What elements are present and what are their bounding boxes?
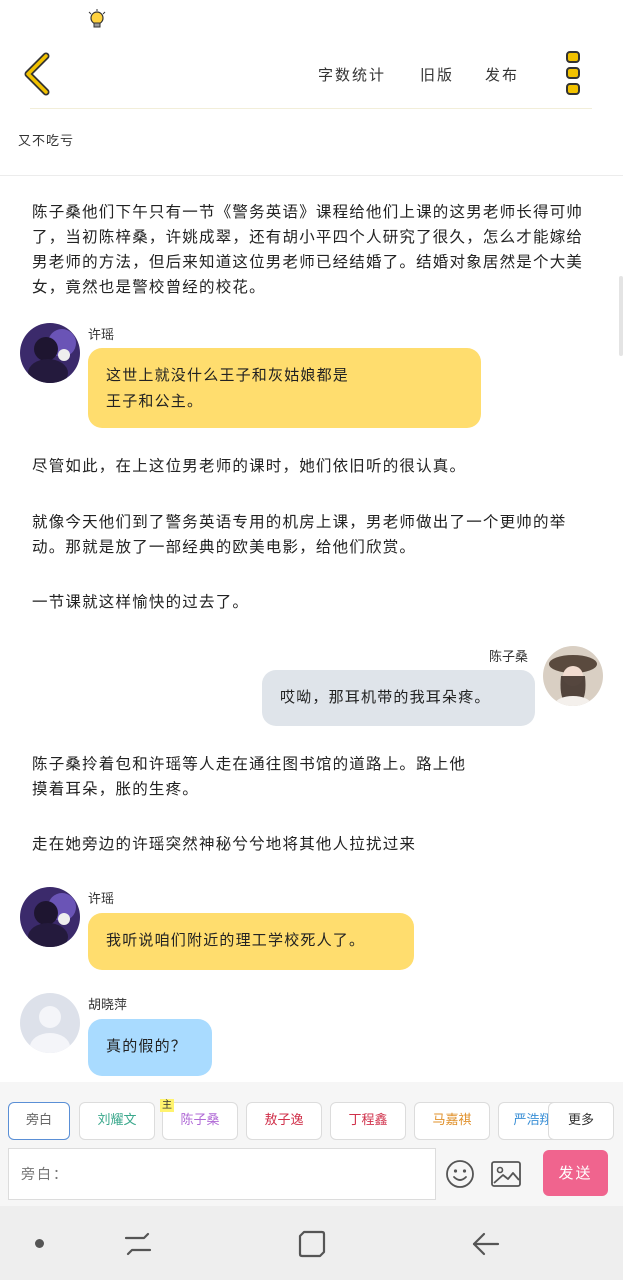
message-bubble[interactable]: 我听说咱们附近的理工学校死人了。 bbox=[88, 913, 414, 970]
image-icon[interactable] bbox=[490, 1160, 522, 1188]
lightbulb-icon bbox=[88, 9, 106, 28]
character-label: 敖子逸 bbox=[264, 1113, 304, 1128]
character-label: 陈子桑 bbox=[180, 1113, 220, 1128]
narration-paragraph[interactable]: 陈子桑他们下午只有一节《警务英语》课程给他们上课的这男老师长得可帅了，当初陈梓桑… bbox=[32, 200, 592, 300]
avatar-image bbox=[20, 887, 80, 947]
character-label: 旁白 bbox=[25, 1113, 52, 1128]
narration-paragraph[interactable]: 陈子桑拎着包和许瑶等人走在通往图书馆的道路上。路上他 摸着耳朵，胀的生疼。 bbox=[32, 752, 592, 802]
avatar-image bbox=[543, 646, 603, 706]
system-nav-bar bbox=[0, 1206, 623, 1280]
publish-link[interactable]: 发布 bbox=[485, 64, 519, 85]
character-button-main[interactable]: 主 陈子桑 bbox=[160, 1099, 238, 1140]
scrollbar[interactable] bbox=[619, 276, 623, 356]
avatar-image bbox=[20, 323, 80, 383]
more-menu-icon[interactable] bbox=[560, 50, 586, 96]
top-bar: 字数统计 旧版 发布 bbox=[0, 40, 623, 110]
narration-paragraph[interactable]: 一节课就这样愉快的过去了。 bbox=[32, 590, 592, 615]
character-button[interactable]: 刘耀文 bbox=[79, 1102, 155, 1140]
story-title[interactable]: 又不吃亏 bbox=[18, 130, 74, 149]
character-button[interactable]: 丁程鑫 bbox=[330, 1102, 406, 1140]
narration-paragraph[interactable]: 就像今天他们到了警务英语专用的机房上课，男老师做出了一个更帅的举动。那就是放了一… bbox=[32, 510, 592, 560]
message-bubble[interactable]: 哎呦，那耳机带的我耳朵疼。 bbox=[262, 670, 535, 726]
emoji-icon[interactable] bbox=[444, 1158, 476, 1190]
avatar-chenzisang[interactable] bbox=[543, 646, 603, 706]
character-label: 严浩翔 bbox=[513, 1113, 553, 1128]
message-bubble[interactable]: 真的假的？ bbox=[88, 1019, 212, 1076]
recent-apps-icon[interactable] bbox=[122, 1228, 154, 1260]
avatar-xuyao[interactable] bbox=[20, 887, 80, 947]
back-nav-icon[interactable] bbox=[470, 1228, 502, 1260]
narration-paragraph[interactable]: 尽管如此，在上这位男老师的课时，她们依旧听的很认真。 bbox=[32, 454, 592, 479]
speaker-name: 许瑶 bbox=[88, 892, 115, 907]
status-bar bbox=[0, 0, 623, 40]
message-text: 哎呦，那耳机带的我耳朵疼。 bbox=[280, 688, 491, 706]
character-label: 马嘉祺 bbox=[432, 1113, 472, 1128]
topbar-divider bbox=[30, 108, 592, 109]
character-label: 丁程鑫 bbox=[348, 1113, 388, 1128]
composer-panel: 旁白 刘耀文 主 陈子桑 敖子逸 丁程鑫 马嘉祺 严浩翔 更多 发送 bbox=[0, 1082, 623, 1206]
more-label: 更多 bbox=[567, 1113, 594, 1128]
avatar-huxiaoping[interactable] bbox=[20, 993, 80, 1053]
message-text: 真的假的？ bbox=[106, 1037, 188, 1055]
more-characters-button[interactable]: 更多 bbox=[548, 1102, 614, 1140]
home-icon[interactable] bbox=[296, 1228, 328, 1260]
speaker-name: 陈子桑 bbox=[489, 650, 529, 665]
speaker-name: 许瑶 bbox=[88, 328, 115, 343]
speaker-name: 胡晓萍 bbox=[88, 998, 128, 1013]
character-button[interactable]: 马嘉祺 bbox=[414, 1102, 490, 1140]
narration-line: 陈子桑拎着包和许瑶等人走在通往图书馆的道路上。路上他 bbox=[32, 755, 467, 773]
character-label: 刘耀文 bbox=[97, 1113, 137, 1128]
narration-paragraph[interactable]: 走在她旁边的许瑶突然神秘兮兮地将其他人拉扰过来 bbox=[32, 832, 592, 857]
message-line: 王子和公主。 bbox=[106, 392, 204, 410]
character-button-narrator[interactable]: 旁白 bbox=[8, 1102, 70, 1140]
main-character-tag: 主 bbox=[160, 1099, 174, 1112]
back-arrow-icon[interactable] bbox=[20, 52, 56, 96]
send-button[interactable]: 发送 bbox=[543, 1150, 608, 1196]
character-button[interactable]: 敖子逸 bbox=[246, 1102, 322, 1140]
word-count-link[interactable]: 字数统计 bbox=[318, 64, 386, 85]
message-bubble[interactable]: 这世上就没什么王子和灰姑娘都是 王子和公主。 bbox=[88, 348, 481, 428]
avatar-xuyao[interactable] bbox=[20, 323, 80, 383]
old-version-link[interactable]: 旧版 bbox=[420, 64, 454, 85]
story-content[interactable]: 陈子桑他们下午只有一节《警务英语》课程给他们上课的这男老师长得可帅了，当初陈梓桑… bbox=[0, 176, 623, 1081]
narration-line: 摸着耳朵，胀的生疼。 bbox=[32, 780, 200, 798]
nav-dot-indicator bbox=[35, 1239, 44, 1248]
message-text: 我听说咱们附近的理工学校死人了。 bbox=[106, 931, 366, 949]
message-line: 这世上就没什么王子和灰姑娘都是 bbox=[106, 366, 350, 384]
default-avatar-icon bbox=[20, 993, 80, 1053]
message-input[interactable] bbox=[8, 1148, 436, 1200]
